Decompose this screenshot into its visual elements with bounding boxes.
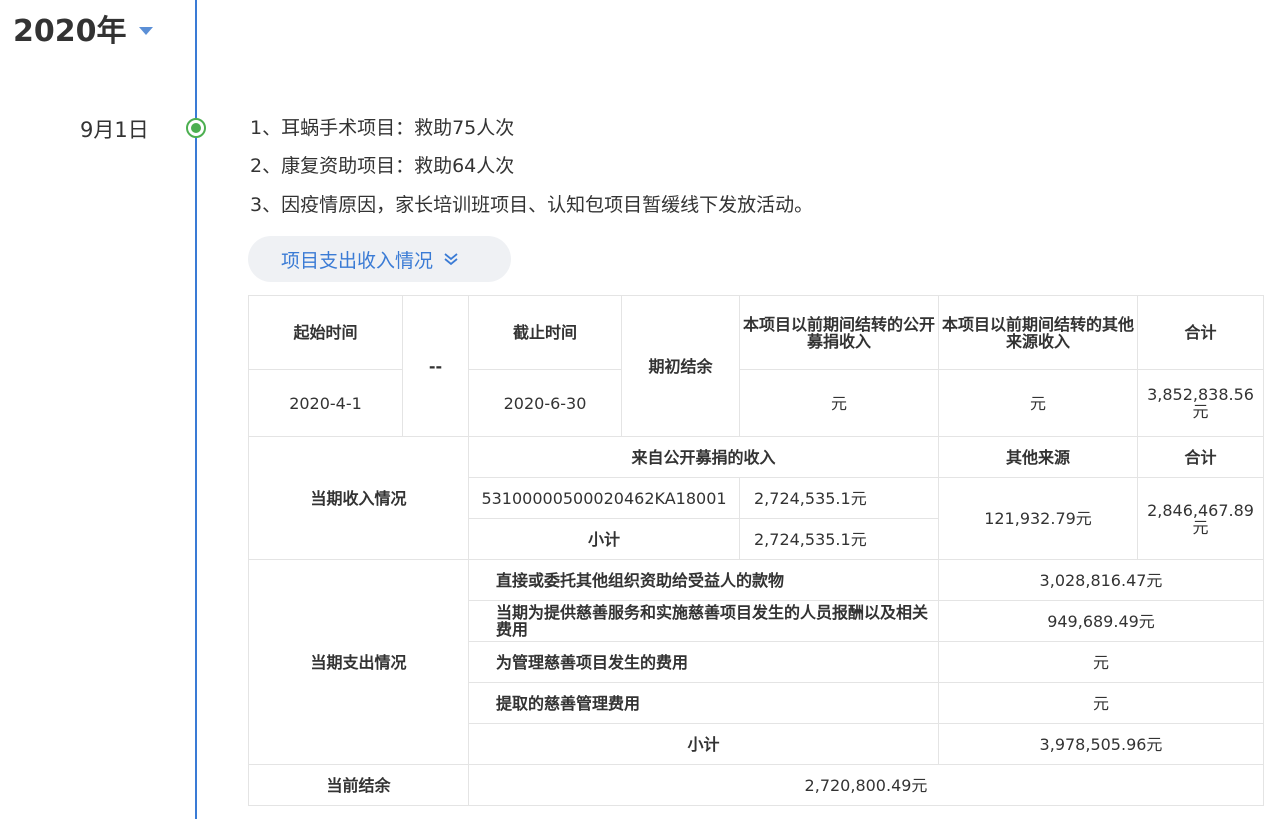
income-total-header: 合计 (1137, 436, 1264, 478)
double-chevron-down-icon (443, 252, 459, 266)
expense-row-label: 为管理慈善项目发生的费用 (468, 641, 939, 683)
timeline-item-1: 1、耳蜗手术项目：救助75人次 (250, 117, 515, 139)
expense-row-value: 元 (938, 641, 1264, 683)
prior-public-income-value: 元 (739, 369, 939, 437)
prior-other-income-header: 本项目以前期间结转的其他来源收入 (938, 295, 1138, 370)
caret-down-icon[interactable] (138, 27, 153, 35)
timeline-item-2: 2、康复资助项目：救助64人次 (250, 155, 515, 177)
total-header: 合计 (1137, 295, 1264, 370)
expense-subtotal-label: 小计 (468, 723, 939, 765)
other-source-amount: 121,932.79元 (938, 477, 1138, 560)
expense-row-label: 提取的慈善管理费用 (468, 682, 939, 724)
prior-public-income-header: 本项目以前期间结转的公开募捐收入 (739, 295, 939, 370)
current-balance-value: 2,720,800.49元 (468, 764, 1264, 806)
opening-balance-header: 期初结余 (621, 295, 740, 437)
year-heading[interactable]: 2020年 (13, 6, 153, 50)
finance-table: 起始时间 -- 截止时间 期初结余 本项目以前期间结转的公开募捐收入 本项目以前… (248, 295, 1264, 806)
expense-row-value: 949,689.49元 (938, 600, 1264, 642)
public-income-record-no: 53100000500020462KA18001 (468, 477, 740, 519)
end-time-value: 2020-6-30 (468, 369, 622, 437)
expense-row-label: 直接或委托其他组织资助给受益人的款物 (468, 559, 939, 601)
timeline-item-3: 3、因疫情原因，家长培训班项目、认知包项目暂缓线下发放活动。 (250, 194, 814, 216)
prior-other-income-value: 元 (938, 369, 1138, 437)
year-label: 2020年 (13, 14, 127, 49)
timeline-date: 9月1日 (80, 118, 149, 142)
expense-income-toggle-button[interactable]: 项目支出收入情况 (248, 236, 511, 282)
public-income-record-amount: 2,724,535.1元 (739, 477, 939, 519)
expense-section-label: 当期支出情况 (248, 559, 469, 765)
end-time-header: 截止时间 (468, 295, 622, 370)
public-income-header: 来自公开募捐的收入 (468, 436, 939, 478)
toggle-label: 项目支出收入情况 (281, 249, 434, 272)
start-time-value: 2020-4-1 (248, 369, 403, 437)
start-time-header: 起始时间 (248, 295, 403, 370)
income-subtotal-label: 小计 (468, 518, 740, 560)
income-total-amount: 2,846,467.89元 (1137, 477, 1264, 560)
expense-row-value: 元 (938, 682, 1264, 724)
income-section-label: 当期收入情况 (248, 436, 469, 560)
expense-subtotal-value: 3,978,505.96元 (938, 723, 1264, 765)
expense-row-label: 当期为提供慈善服务和实施慈善项目发生的人员报酬以及相关费用 (468, 600, 939, 642)
prior-total-value: 3,852,838.56元 (1137, 369, 1264, 437)
expense-row-value: 3,028,816.47元 (938, 559, 1264, 601)
current-balance-label: 当前结余 (248, 764, 469, 806)
other-source-header: 其他来源 (938, 436, 1138, 478)
timeline-dot-icon (186, 118, 206, 138)
date-range-dash: -- (402, 295, 469, 437)
income-subtotal-amount: 2,724,535.1元 (739, 518, 939, 560)
